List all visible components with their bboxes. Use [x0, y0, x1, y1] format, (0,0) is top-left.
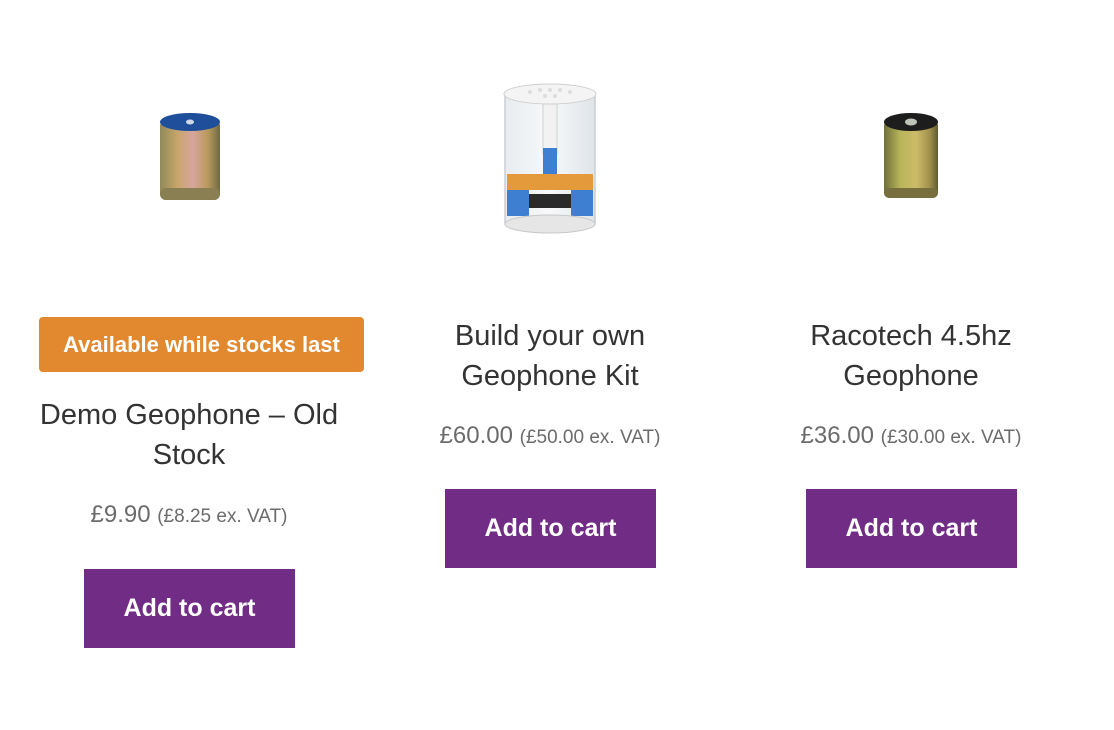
product-price: £60.00 (£50.00 ex. VAT) — [385, 421, 715, 453]
geophone-blue-top-image[interactable] — [24, 108, 354, 208]
product-title[interactable]: Demo Geophone – Old Stock — [24, 395, 354, 475]
add-to-cart-button[interactable]: Add to cart — [806, 489, 1017, 568]
geophone-black-top-image[interactable] — [746, 108, 1076, 208]
price-ex-vat: (£30.00 ex. VAT) — [880, 427, 1022, 448]
product-title[interactable]: Racotech 4.5hz Geophone — [746, 316, 1076, 396]
price-ex-vat: (£50.00 ex. VAT) — [519, 427, 661, 448]
product-card-geophone-kit: Build your own Geophone Kit £60.00 (£50.… — [385, 0, 715, 700]
price-ex-vat: (£8.25 ex. VAT) — [157, 506, 288, 527]
product-title[interactable]: Build your own Geophone Kit — [385, 316, 715, 396]
product-price: £9.90 (£8.25 ex. VAT) — [24, 500, 354, 532]
product-card-racotech-geophone: Racotech 4.5hz Geophone £36.00 (£30.00 e… — [746, 0, 1076, 700]
price-value: £36.00 — [800, 422, 874, 449]
product-title-line: Geophone — [843, 360, 979, 392]
stock-badge: Available while stocks last — [39, 317, 364, 372]
product-title-line: Stock — [152, 439, 226, 471]
product-title-line: Racotech 4.5hz — [810, 320, 1012, 352]
product-title-line: Geophone Kit — [461, 360, 639, 392]
price-value: £9.90 — [90, 501, 151, 528]
price-value: £60.00 — [439, 422, 513, 449]
product-price: £36.00 (£30.00 ex. VAT) — [746, 421, 1076, 453]
add-to-cart-button[interactable]: Add to cart — [445, 489, 656, 568]
product-title-line: Demo Geophone – Old — [39, 399, 339, 431]
product-card-demo-geophone: Available while stocks last Demo Geophon… — [24, 0, 364, 700]
geophone-kit-image[interactable] — [385, 82, 715, 237]
add-to-cart-button[interactable]: Add to cart — [84, 569, 295, 648]
product-title-line: Build your own — [454, 320, 646, 352]
